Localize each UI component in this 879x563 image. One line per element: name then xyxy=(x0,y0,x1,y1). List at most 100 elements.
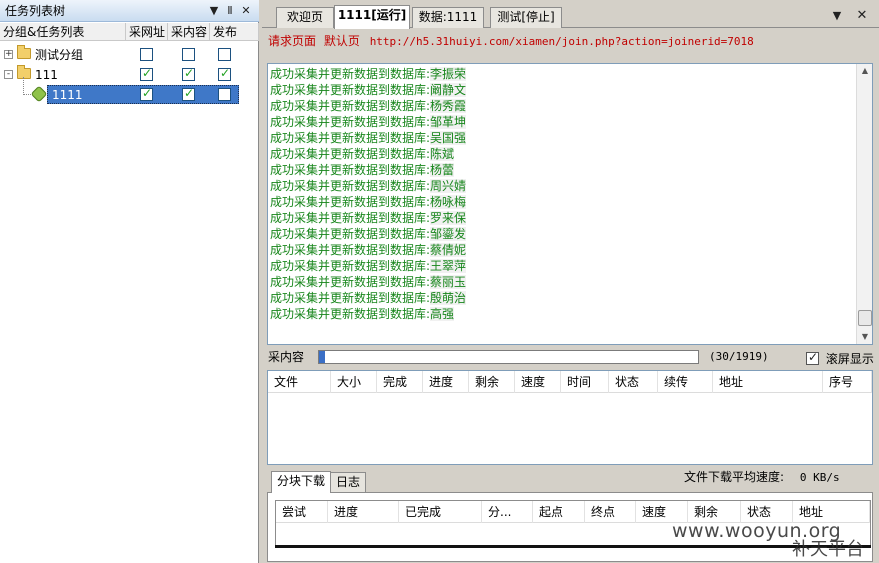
file-table-header: 文件 大小 完成 进度 剩余 速度 时间 状态 续传 地址 序号 xyxy=(268,371,872,393)
tree-row[interactable]: 1111 xyxy=(0,77,259,105)
log-message: 成功采集并更新数据到数据库: xyxy=(270,179,431,193)
tab-strip: 欢迎页 1111[运行] 数据:1111 测试[停止] ▼ ✕ xyxy=(262,0,879,29)
column-header-publish[interactable]: 发布 xyxy=(210,23,259,41)
avg-speed-value: 0 KB/s xyxy=(799,471,840,484)
file-table-column-header[interactable]: 地址 xyxy=(713,371,823,393)
log-line: 成功采集并更新数据到数据库:杨秀霞 xyxy=(270,98,467,114)
file-table-column-header[interactable]: 剩余 xyxy=(469,371,515,393)
tab-close-icon[interactable]: ✕ xyxy=(854,8,870,24)
log-message: 成功采集并更新数据到数据库: xyxy=(270,211,431,225)
tree-item-label: 测试分组 xyxy=(35,48,84,62)
file-table-column-header[interactable]: 完成 xyxy=(377,371,423,393)
tree-item-label: 111 xyxy=(35,68,58,82)
progress-fill xyxy=(319,351,325,363)
log-person-name: 阚静文 xyxy=(430,83,467,97)
scroll-thumb[interactable] xyxy=(858,310,872,326)
log-line: 成功采集并更新数据到数据库:邹鎏发 xyxy=(270,226,467,242)
collapse-icon[interactable]: - xyxy=(4,70,13,79)
log-person-name: 邹鎏发 xyxy=(430,227,467,241)
log-message: 成功采集并更新数据到数据库: xyxy=(270,195,431,209)
block-table-column-header[interactable]: 起点 xyxy=(533,501,585,523)
tree-row[interactable]: - 111 xyxy=(0,65,259,85)
tree-item-label: 1111 xyxy=(52,88,83,102)
watermark-sub: 补天平台 xyxy=(792,539,864,560)
tree-row[interactable]: + 测试分组 xyxy=(0,45,259,65)
log-message: 成功采集并更新数据到数据库: xyxy=(270,307,431,321)
request-label: 请求页面 xyxy=(268,34,317,48)
log-message: 成功采集并更新数据到数据库: xyxy=(270,83,431,97)
log-person-name: 杨咏梅 xyxy=(430,195,467,209)
column-header-collect-url[interactable]: 采网址 xyxy=(126,23,168,41)
file-table-column-header[interactable]: 状态 xyxy=(609,371,658,393)
log-line: 成功采集并更新数据到数据库:吴国强 xyxy=(270,130,467,146)
scroll-down-icon[interactable]: ▼ xyxy=(857,330,873,344)
log-message: 成功采集并更新数据到数据库: xyxy=(270,163,431,177)
tab-block-download[interactable]: 分块下载 xyxy=(271,471,332,493)
log-line: 成功采集并更新数据到数据库:杨咏梅 xyxy=(270,194,467,210)
auto-scroll-label: 滚屏显示 xyxy=(825,352,874,366)
tab-task-running[interactable]: 1111[运行] xyxy=(334,5,410,29)
log-person-name: 邹革坤 xyxy=(430,115,467,129)
collect-content-checkbox[interactable] xyxy=(182,86,195,101)
log-line: 成功采集并更新数据到数据库:杨蕾 xyxy=(270,162,455,178)
panel-close-icon[interactable]: ✕ xyxy=(238,3,254,19)
log-line: 成功采集并更新数据到数据库:李振荣 xyxy=(270,66,467,82)
tab-data[interactable]: 数据:1111 xyxy=(412,7,484,28)
file-table-column-header[interactable]: 速度 xyxy=(515,371,561,393)
log-person-name: 李振荣 xyxy=(430,67,467,81)
publish-checkbox[interactable] xyxy=(218,88,231,101)
publish-checkbox[interactable] xyxy=(218,66,231,81)
request-url-line: 请求页面 默认页 http://h5.31huiyi.com/xiamen/jo… xyxy=(268,32,754,50)
avg-speed-label: 文件下载平均速度: xyxy=(684,470,785,484)
log-scrollbar[interactable]: ▲ ▼ xyxy=(856,64,872,344)
log-line: 成功采集并更新数据到数据库:阚静文 xyxy=(270,82,467,98)
tree-column-header: 分组&任务列表 采网址 采内容 发布 xyxy=(0,23,259,41)
auto-scroll-toggle[interactable]: 滚屏显示 xyxy=(806,350,874,367)
expand-icon[interactable]: + xyxy=(4,50,13,59)
tab-test-stopped[interactable]: 测试[停止] xyxy=(490,7,562,28)
file-table-column-header[interactable]: 大小 xyxy=(331,371,377,393)
file-download-table[interactable]: 文件 大小 完成 进度 剩余 速度 时间 状态 续传 地址 序号 xyxy=(267,370,873,465)
scroll-up-icon[interactable]: ▲ xyxy=(857,64,873,78)
task-tree-title: 任务列表树 xyxy=(5,4,66,18)
collect-url-checkbox[interactable] xyxy=(140,48,153,61)
block-table-column-header[interactable]: 终点 xyxy=(585,501,636,523)
average-download-speed: 文件下载平均速度: 0 KB/s xyxy=(684,469,840,486)
file-table-column-header[interactable]: 续传 xyxy=(658,371,713,393)
log-person-name: 杨秀霞 xyxy=(430,99,467,113)
block-table-column-header[interactable]: 进度 xyxy=(328,501,399,523)
collect-url-checkbox[interactable] xyxy=(140,66,153,81)
log-person-name: 殷萌治 xyxy=(430,291,467,305)
log-line: 成功采集并更新数据到数据库:周兴婧 xyxy=(270,178,467,194)
log-message: 成功采集并更新数据到数据库: xyxy=(270,131,431,145)
log-message: 成功采集并更新数据到数据库: xyxy=(270,243,431,257)
collect-url-checkbox[interactable] xyxy=(140,86,153,101)
tab-log[interactable]: 日志 xyxy=(330,472,367,492)
log-message: 成功采集并更新数据到数据库: xyxy=(270,67,431,81)
collection-log[interactable]: 成功采集并更新数据到数据库:李振荣 成功采集并更新数据到数据库:阚静文 成功采集并更… xyxy=(267,63,873,345)
log-person-name: 高强 xyxy=(430,307,455,321)
request-page-name: 默认页 xyxy=(323,34,360,48)
block-table-column-header[interactable]: 尝试 xyxy=(276,501,328,523)
collect-content-checkbox[interactable] xyxy=(182,66,195,81)
file-table-column-header[interactable]: 时间 xyxy=(561,371,609,393)
auto-scroll-checkbox[interactable] xyxy=(806,350,819,365)
tab-list-dropdown-icon[interactable]: ▼ xyxy=(829,8,845,24)
log-person-name: 吴国强 xyxy=(430,131,467,145)
block-table-column-header[interactable]: 分... xyxy=(482,501,533,523)
file-table-column-header[interactable]: 序号 xyxy=(823,371,872,393)
pin-icon[interactable]: Ⅱ xyxy=(222,3,238,19)
log-person-name: 王翠萍 xyxy=(430,259,467,273)
publish-checkbox[interactable] xyxy=(218,48,231,61)
log-message: 成功采集并更新数据到数据库: xyxy=(270,115,431,129)
column-header-task-list[interactable]: 分组&任务列表 xyxy=(0,23,126,41)
progress-bar xyxy=(318,350,699,364)
file-table-column-header[interactable]: 文件 xyxy=(268,371,331,393)
log-line: 成功采集并更新数据到数据库:陈斌 xyxy=(270,146,455,162)
panel-menu-icon[interactable]: ▼ xyxy=(206,3,222,19)
file-table-column-header[interactable]: 进度 xyxy=(423,371,469,393)
block-table-column-header[interactable]: 已完成 xyxy=(399,501,482,523)
column-header-collect-content[interactable]: 采内容 xyxy=(168,23,210,41)
collect-content-checkbox[interactable] xyxy=(182,48,195,61)
tab-welcome[interactable]: 欢迎页 xyxy=(276,7,334,28)
